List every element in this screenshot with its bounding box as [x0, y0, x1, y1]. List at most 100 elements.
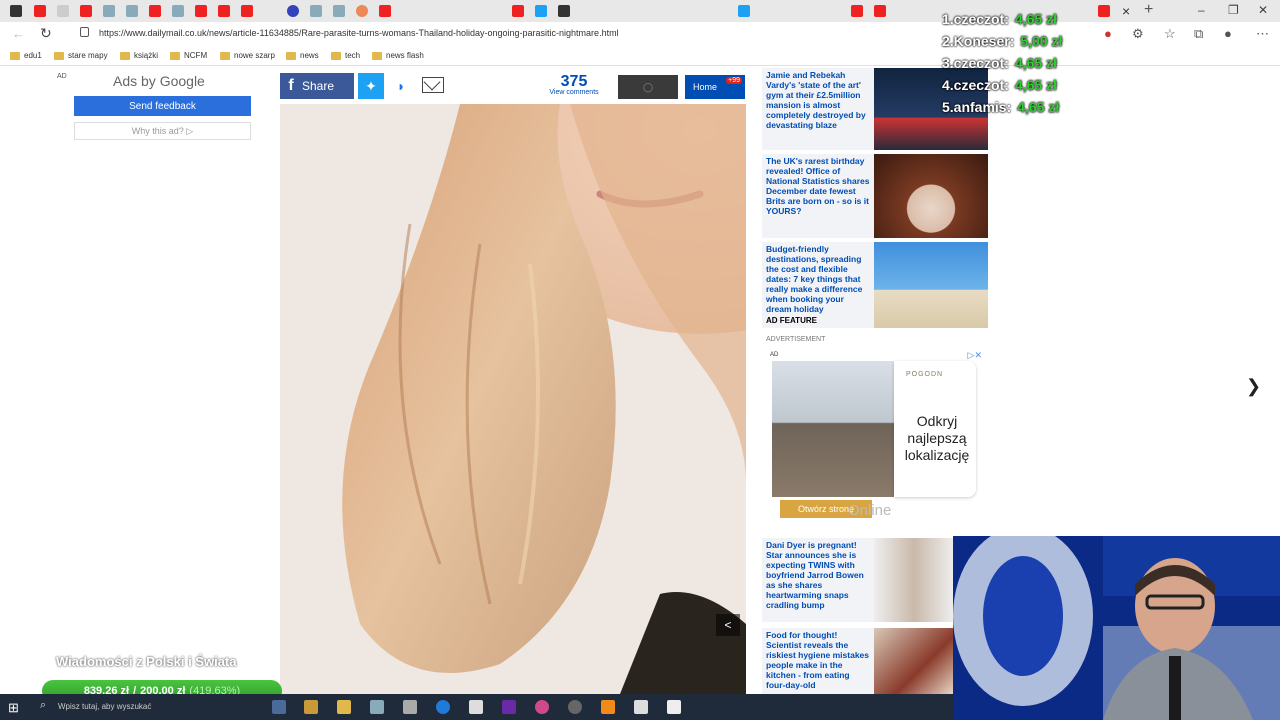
vlc-icon[interactable]: [601, 700, 615, 714]
tab-youtube-icon[interactable]: [218, 5, 230, 17]
windows-start-icon[interactable]: ⊞: [8, 700, 19, 716]
dark-button[interactable]: ◯: [618, 75, 678, 99]
bookmark-item[interactable]: news flash: [372, 51, 424, 60]
app-icon[interactable]: [403, 700, 417, 714]
close-window-icon[interactable]: ✕: [1258, 3, 1268, 17]
messenger-share-button[interactable]: ◗: [390, 76, 412, 96]
messenger-icon: ◗: [396, 78, 406, 94]
favorites-icon[interactable]: ☆: [1164, 26, 1176, 42]
app-icon[interactable]: [370, 700, 384, 714]
ad-image[interactable]: [772, 361, 894, 497]
article-photo[interactable]: [280, 104, 746, 694]
tab-page-icon[interactable]: [287, 5, 299, 17]
comment-count: 375: [560, 73, 588, 90]
story-thumbnail[interactable]: [874, 538, 954, 622]
menu-icon[interactable]: ⋯: [1256, 26, 1269, 42]
app-icon[interactable]: [304, 700, 318, 714]
reload-icon[interactable]: ↻: [40, 25, 52, 42]
story-headline[interactable]: Budget-friendly destinations, spreading …: [766, 244, 870, 326]
logo-icon: ◯: [642, 81, 654, 92]
story-headline[interactable]: Dani Dyer is pregnant! Star announces sh…: [766, 540, 870, 610]
file-explorer-icon[interactable]: [337, 700, 351, 714]
premiere-icon[interactable]: [502, 700, 516, 714]
extension-icon[interactable]: ⚙: [1132, 26, 1144, 42]
tab-page-icon[interactable]: [356, 5, 368, 17]
obs-icon[interactable]: [568, 700, 582, 714]
extension-icon[interactable]: ●: [1104, 26, 1112, 41]
taskbar: ⊞ ⌕ Wpisz tutaj, aby wyszukać: [0, 694, 953, 720]
story-headline[interactable]: Food for thought! Scientist reveals the …: [766, 630, 870, 690]
bookmark-item[interactable]: edu1: [10, 51, 42, 60]
mail-icon[interactable]: [469, 700, 483, 714]
folder-icon: [10, 51, 20, 60]
chevron-right-icon[interactable]: ❯: [1246, 376, 1261, 397]
ad-label: AD: [770, 352, 779, 358]
folder-icon: [54, 51, 64, 60]
app-icon[interactable]: [535, 700, 549, 714]
tab-youtube-icon[interactable]: [195, 5, 207, 17]
collections-icon[interactable]: ⧉: [1194, 26, 1203, 42]
tab-youtube-icon[interactable]: [379, 5, 391, 17]
back-icon[interactable]: ←: [12, 26, 25, 41]
tab-youtube-icon[interactable]: [80, 5, 92, 17]
new-tab-icon[interactable]: +: [1144, 1, 1153, 19]
why-this-ad-button[interactable]: Why this ad? ▷: [74, 122, 251, 140]
bookmark-item[interactable]: nowe szarp: [220, 51, 275, 60]
tab-youtube-icon[interactable]: [512, 5, 524, 17]
tab-page-icon[interactable]: [103, 5, 115, 17]
bookmark-item[interactable]: tech: [331, 51, 360, 60]
home-button[interactable]: Home +99: [685, 75, 745, 99]
lock-icon[interactable]: [80, 27, 89, 37]
bookmark-item[interactable]: stare mapy: [54, 51, 108, 60]
ad-card[interactable]: POGODN Odkryj najlepszą lokalizację: [894, 361, 976, 497]
comments-label: View comments: [549, 89, 599, 96]
address-bar[interactable]: https://www.dailymail.co.uk/news/article…: [99, 28, 619, 38]
taskbar-search-input[interactable]: Wpisz tutaj, aby wyszukać: [58, 702, 151, 711]
tab-page-icon[interactable]: [310, 5, 322, 17]
story-item[interactable]: Dani Dyer is pregnant! Star announces sh…: [762, 538, 954, 622]
share-photo-icon[interactable]: <: [716, 614, 740, 636]
email-share-button[interactable]: [422, 77, 444, 93]
edge-browser-icon[interactable]: [436, 700, 450, 714]
photos-icon[interactable]: [667, 700, 681, 714]
tab-page-icon[interactable]: [558, 5, 570, 17]
minimize-icon[interactable]: –: [1198, 3, 1205, 17]
bookmark-item[interactable]: książki: [120, 51, 158, 60]
app-icon[interactable]: [634, 700, 648, 714]
close-tab-icon[interactable]: ×: [1122, 3, 1130, 19]
story-headline[interactable]: Jamie and Rebekah Vardy's 'state of the …: [766, 70, 870, 130]
tab-youtube-icon[interactable]: [1098, 5, 1110, 17]
profile-icon[interactable]: ●: [1224, 26, 1232, 41]
tab-twitter-icon[interactable]: [535, 5, 547, 17]
story-thumbnail[interactable]: [874, 154, 988, 238]
tab-page-icon[interactable]: [57, 5, 69, 17]
restore-icon[interactable]: ❐: [1228, 3, 1239, 17]
facebook-icon: f: [288, 77, 294, 94]
search-icon[interactable]: ⌕: [40, 699, 46, 712]
tab-youtube-icon[interactable]: [149, 5, 161, 17]
bookmark-item[interactable]: NCFM: [170, 51, 207, 60]
window-menu-icon[interactable]: [10, 5, 22, 17]
tab-youtube-icon[interactable]: [874, 5, 886, 17]
facebook-share-button[interactable]: f Share: [280, 73, 354, 99]
comments-button[interactable]: 375 View comments: [544, 73, 604, 101]
story-thumbnail[interactable]: [874, 242, 988, 328]
tab-youtube-icon[interactable]: [241, 5, 253, 17]
task-view-icon[interactable]: [272, 700, 286, 714]
story-item[interactable]: Food for thought! Scientist reveals the …: [762, 628, 954, 694]
tab-page-icon[interactable]: [126, 5, 138, 17]
story-item[interactable]: The UK's rarest birthday revealed! Offic…: [762, 154, 988, 238]
tab-page-icon[interactable]: [172, 5, 184, 17]
bookmark-item[interactable]: news: [286, 51, 319, 60]
send-feedback-button[interactable]: Send feedback: [74, 96, 251, 116]
tab-youtube-icon[interactable]: [851, 5, 863, 17]
story-thumbnail[interactable]: [874, 628, 954, 694]
tab-page-icon[interactable]: [333, 5, 345, 17]
ad-close-icon[interactable]: ▷✕: [968, 350, 982, 361]
tab-twitter-icon[interactable]: [738, 5, 750, 17]
story-headline[interactable]: The UK's rarest birthday revealed! Offic…: [766, 156, 870, 216]
tab-youtube-icon[interactable]: [34, 5, 46, 17]
story-item[interactable]: Budget-friendly destinations, spreading …: [762, 242, 988, 328]
twitter-share-button[interactable]: ✦: [358, 73, 384, 99]
advertisement[interactable]: AD ▷✕ POGODN Odkryj najlepszą lokalizacj…: [766, 348, 986, 528]
